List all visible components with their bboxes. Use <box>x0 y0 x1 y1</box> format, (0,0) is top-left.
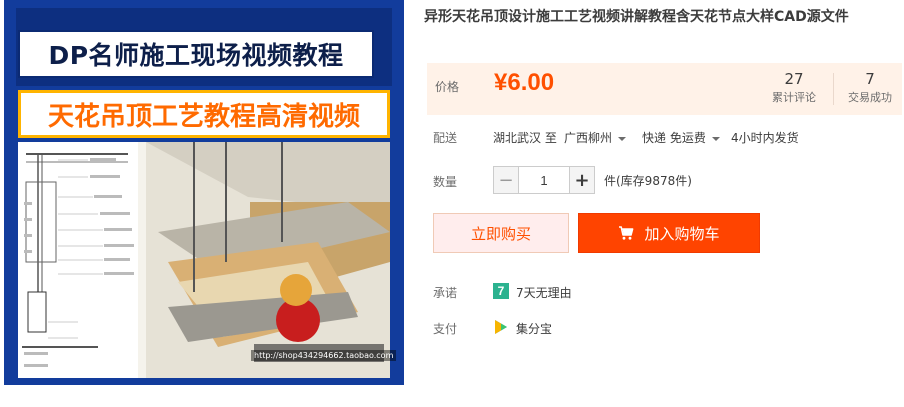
review-count: 27 <box>784 70 804 88</box>
ceiling-drawing-svg <box>18 142 390 378</box>
promo-subtitle-box: 天花吊顶工艺教程高清视频 <box>18 90 390 138</box>
price-value: ¥6.00 <box>494 69 555 96</box>
deal-count-stat: 7 交易成功 <box>839 69 901 107</box>
shipping-origin: 湖北武汉 至 <box>493 131 557 145</box>
product-title: 异形天花吊顶设计施工工艺视频讲解教程含天花节点大样CAD源文件 <box>424 9 849 25</box>
add-to-cart-button[interactable]: 加入购物车 <box>578 213 760 253</box>
promo-title-box: DP名师施工现场视频教程 <box>18 30 374 78</box>
shipping-method-select[interactable]: 快递 免运费 <box>642 129 720 146</box>
shipping-time: 4小时内发货 <box>731 131 799 145</box>
price-box: 价格 ¥6.00 27 累计评论 7 交易成功 <box>427 63 902 115</box>
deal-count-label: 交易成功 <box>848 91 892 104</box>
product-page: DP名师施工现场视频教程 天花吊顶工艺教程高清视频 http://shop434… <box>0 0 904 407</box>
product-main-image[interactable]: DP名师施工现场视频教程 天花吊顶工艺教程高清视频 http://shop434… <box>4 0 404 385</box>
quantity-stepper: − + <box>493 166 595 194</box>
payment-label: 支付 <box>433 322 458 336</box>
ceiling-illustration <box>18 142 390 378</box>
stock-info: 件(库存9878件) <box>604 174 692 188</box>
product-info-panel: 异形天花吊顶设计施工工艺视频讲解教程含天花节点大样CAD源文件 价格 ¥6.00… <box>418 0 904 407</box>
add-to-cart-label: 加入购物车 <box>644 224 720 243</box>
deal-count: 7 <box>865 70 875 88</box>
cart-icon <box>619 226 634 240</box>
quantity-decrease-button[interactable]: − <box>493 166 519 194</box>
quantity-input[interactable] <box>519 166 569 194</box>
review-count-stat[interactable]: 27 累计评论 <box>763 69 825 107</box>
shipping-destination-select[interactable]: 广西柳州 <box>564 129 627 146</box>
promise-text[interactable]: 7天无理由 <box>516 284 572 301</box>
shipping-method: 快递 免运费 <box>642 131 706 145</box>
quantity-increase-button[interactable]: + <box>569 166 595 194</box>
buy-now-button[interactable]: 立即购买 <box>433 213 569 253</box>
jifenbao-icon <box>495 320 507 334</box>
promise-label: 承诺 <box>433 286 458 300</box>
price-label: 价格 <box>435 80 460 94</box>
quantity-label: 数量 <box>433 175 458 189</box>
image-watermark: http://shop434294662.taobao.com <box>251 350 397 361</box>
promo-subtitle: 天花吊顶工艺教程高清视频 <box>47 101 360 132</box>
shipping-label: 配送 <box>433 131 458 145</box>
caret-down-icon <box>618 136 627 141</box>
shipping-destination: 广西柳州 <box>564 131 613 145</box>
promise-7day-icon: 7 <box>493 283 509 299</box>
payment-text[interactable]: 集分宝 <box>516 320 552 337</box>
review-count-label: 累计评论 <box>772 91 816 104</box>
caret-down-icon <box>711 136 720 141</box>
buy-now-label: 立即购买 <box>470 224 531 243</box>
promo-title: DP名师施工现场视频教程 <box>48 41 344 70</box>
stat-divider <box>833 73 834 105</box>
